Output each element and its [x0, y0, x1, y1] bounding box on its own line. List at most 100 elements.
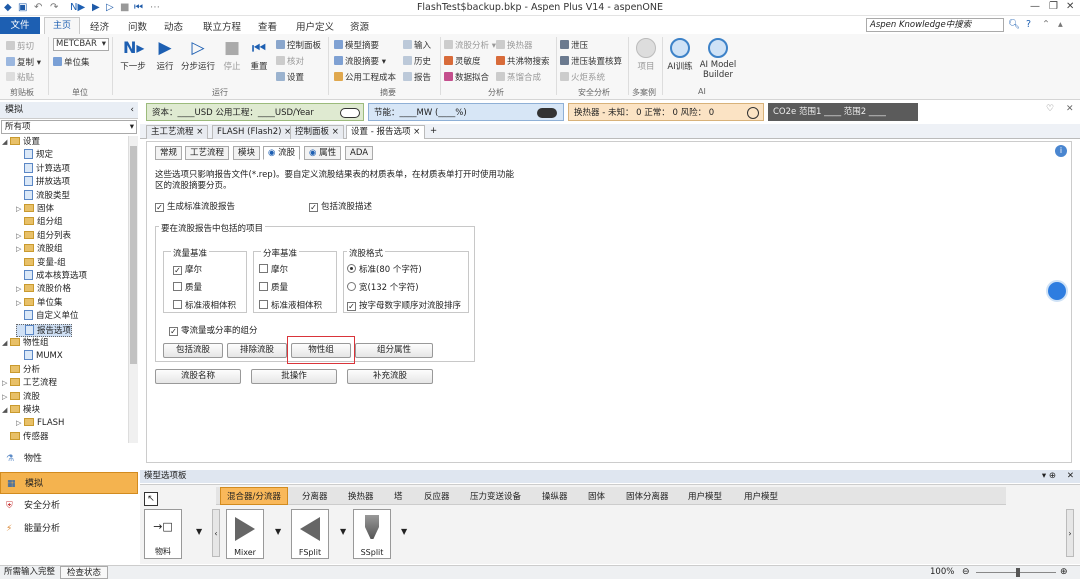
palette-tab-solid-separators[interactable]: 固体分离器: [626, 490, 669, 502]
project-button[interactable]: 项目: [632, 38, 660, 72]
chevron-down-icon[interactable]: ▼: [196, 527, 202, 536]
tree-item[interactable]: 计算选项: [16, 162, 70, 176]
include-streams-button[interactable]: 包括流股: [163, 343, 223, 358]
tree-item[interactable]: 组分组: [16, 216, 63, 229]
format-wide-radio[interactable]: 宽(132 个字符): [347, 281, 419, 293]
checkbox[interactable]: [259, 300, 268, 309]
frac-basis-mole-checkbox[interactable]: 摩尔: [259, 263, 288, 275]
palette-item-material[interactable]: →□ 物料: [144, 509, 182, 559]
model-summary-button[interactable]: 模型摘要: [334, 39, 379, 51]
stop-button[interactable]: ■ 停止: [220, 38, 244, 72]
tree-toggle-icon[interactable]: ▷: [16, 417, 24, 430]
tab-dynamics[interactable]: 动态: [164, 19, 183, 33]
checkbox[interactable]: ✓: [169, 327, 178, 336]
tree-item[interactable]: ▷ 单位集: [16, 297, 63, 310]
checkbox[interactable]: [259, 264, 268, 273]
knowledge-search-input[interactable]: Aspen Knowledge中搜索: [866, 18, 1004, 32]
tree-item[interactable]: 规定: [16, 149, 53, 162]
tree-item[interactable]: ▷ 固体: [16, 203, 54, 216]
chevron-down-icon[interactable]: ▼: [401, 527, 407, 536]
input-button[interactable]: 输入: [403, 39, 431, 51]
reset-button[interactable]: ⏮ 重置: [246, 38, 272, 72]
checkbox[interactable]: [173, 300, 182, 309]
tab-resources[interactable]: 资源: [350, 19, 369, 33]
tree-toggle-icon[interactable]: ▷: [16, 297, 24, 310]
tree-scrollbar[interactable]: [128, 136, 138, 443]
palette-item-ssplit[interactable]: SSplit: [353, 509, 391, 559]
ai-builder-button[interactable]: AI Model Builder: [698, 38, 738, 80]
flow-basis-mass-checkbox[interactable]: 质量: [173, 281, 202, 293]
palette-item-fsplit[interactable]: FSplit: [291, 509, 329, 559]
heat-exchanger-risk-indicator[interactable]: 换热器 - 未知： 0 正常： 0 风险： 0: [568, 103, 764, 121]
tab-equation-oriented[interactable]: 联立方程: [203, 19, 241, 33]
cut-button[interactable]: 剪切: [6, 40, 34, 52]
data-fit-button[interactable]: 数据拟合: [444, 71, 489, 83]
history-button[interactable]: 历史: [403, 55, 431, 67]
tree-item[interactable]: 自定义单位: [16, 310, 79, 323]
checkbox[interactable]: ✓: [155, 203, 164, 212]
frac-basis-stdvol-checkbox[interactable]: 标准液相体积: [259, 299, 322, 311]
utility-cost-button[interactable]: 公用工程成本: [334, 71, 396, 83]
tree-item[interactable]: 流股类型: [16, 189, 70, 203]
ai-train-button[interactable]: AI训练: [666, 38, 694, 72]
restore-icon[interactable]: ❐: [1049, 1, 1058, 12]
radio[interactable]: [347, 282, 356, 291]
nav-safety-analysis[interactable]: ⛨ 安全分析: [0, 495, 138, 517]
palette-tab-exchangers[interactable]: 换热器: [348, 490, 374, 502]
tree-item[interactable]: ◢ 物性组: [2, 337, 49, 350]
subtab-flowsheet[interactable]: 工艺流程: [185, 146, 230, 160]
pressure-relief-button[interactable]: 泄压: [560, 39, 588, 51]
zoom-out-icon[interactable]: ⊖: [962, 566, 970, 579]
format-standard-radio[interactable]: 标准(80 个字符): [347, 263, 422, 275]
azeotrope-button[interactable]: 共沸物搜索: [496, 55, 550, 67]
toggle-switch[interactable]: [537, 108, 557, 118]
tree-item[interactable]: ▷ 流股价格: [16, 283, 71, 296]
tree-toggle-icon[interactable]: ▷: [16, 283, 24, 296]
zero-flow-checkbox[interactable]: ✓ 零流量或分率的组分: [169, 324, 258, 336]
checkbox[interactable]: ✓: [347, 302, 356, 311]
tab-ask[interactable]: 问数: [128, 19, 147, 33]
minimize-icon[interactable]: —: [1030, 1, 1040, 12]
checkbox[interactable]: [259, 282, 268, 291]
palette-tab-columns[interactable]: 塔: [394, 490, 403, 502]
tree-item[interactable]: ▷ 组分列表: [16, 230, 71, 243]
tab-economics[interactable]: 经济: [90, 19, 109, 33]
tree-toggle-icon[interactable]: ◢: [2, 136, 10, 149]
tree-item[interactable]: ◢ 模块: [2, 404, 40, 417]
help-icon[interactable]: ?: [1026, 19, 1031, 30]
tab-view[interactable]: 查看: [258, 19, 277, 33]
doc-tab-main-flowsheet[interactable]: 主工艺流程 ×: [146, 125, 209, 139]
tab-customize[interactable]: 用户定义: [296, 19, 334, 33]
tree-filter-select[interactable]: 所有项 ▾: [1, 120, 137, 134]
tree-item[interactable]: 传感器: [2, 431, 49, 443]
doc-tab-flash[interactable]: FLASH (Flash2) ×: [212, 125, 297, 139]
palette-tab-manipulators[interactable]: 操纵器: [542, 490, 568, 502]
next-button[interactable]: N▸ 下一步: [118, 38, 148, 72]
scroll-left-icon[interactable]: ‹: [212, 509, 220, 557]
nav-properties[interactable]: ⚗ 物性: [0, 448, 138, 470]
batch-operation-button[interactable]: 批操作: [251, 369, 337, 384]
chevron-down-icon[interactable]: ▼: [340, 527, 346, 536]
zoom-slider-thumb[interactable]: [1016, 568, 1020, 577]
frac-basis-mass-checkbox[interactable]: 质量: [259, 281, 288, 293]
component-attributes-button[interactable]: 组分属性: [355, 343, 433, 358]
paste-button[interactable]: 粘贴: [6, 71, 34, 83]
relief-check-button[interactable]: 泄压装置核算: [560, 55, 622, 67]
subtab-general[interactable]: 常规: [155, 146, 183, 160]
tree-toggle-icon[interactable]: ▷: [2, 377, 10, 390]
scroll-right-icon[interactable]: ›: [1066, 509, 1074, 557]
subtab-blocks[interactable]: 模块: [233, 146, 261, 160]
radio[interactable]: [347, 264, 356, 273]
check-button[interactable]: 核对: [276, 55, 304, 67]
stream-names-button[interactable]: 流股名称: [155, 369, 241, 384]
palette-tab-pressure[interactable]: 压力变送设备: [470, 490, 521, 502]
distill-synth-button[interactable]: 蒸馏合成: [496, 71, 541, 83]
tree-item[interactable]: ▷ 流股: [2, 391, 40, 404]
flare-button[interactable]: 火炬系统: [560, 71, 605, 83]
tree-item[interactable]: ▷ FLASH: [16, 417, 64, 430]
tree-toggle-icon[interactable]: ◢: [2, 337, 10, 350]
generate-report-checkbox[interactable]: ✓ 生成标准流股报告: [155, 200, 235, 212]
collapse-strip-icon[interactable]: ♡: [1046, 104, 1054, 114]
palette-tab-mixers[interactable]: 混合器/分流器: [220, 487, 288, 505]
tree-item[interactable]: ◢ 设置: [2, 136, 40, 149]
